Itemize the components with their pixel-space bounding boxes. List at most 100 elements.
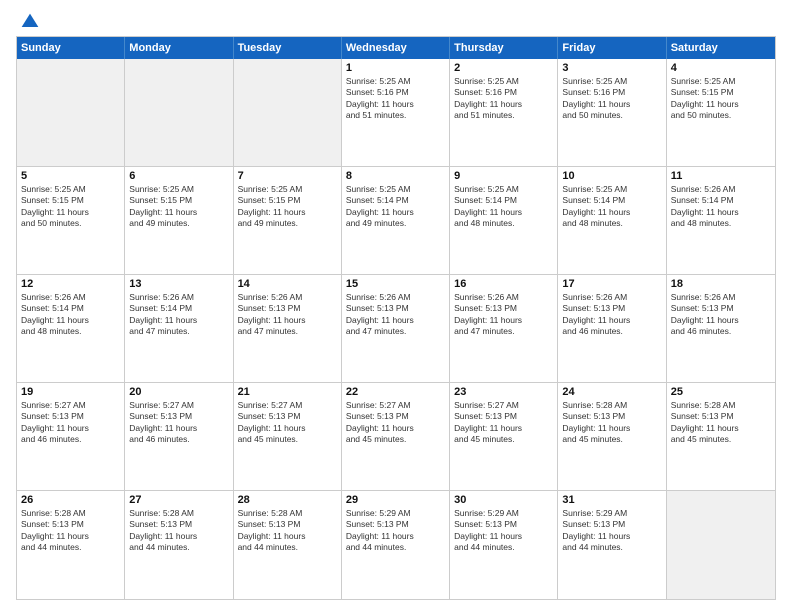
- cell-info: Sunrise: 5:25 AM Sunset: 5:14 PM Dayligh…: [454, 184, 553, 230]
- calendar-cell: 3 Sunrise: 5:25 AM Sunset: 5:16 PM Daylig…: [558, 59, 666, 166]
- header-day-sunday: Sunday: [17, 37, 125, 59]
- day-number: 7: [238, 170, 337, 182]
- day-number: 6: [129, 170, 228, 182]
- calendar-row-3: 12 Sunrise: 5:26 AM Sunset: 5:14 PM Dayli…: [17, 275, 775, 383]
- page: SundayMondayTuesdayWednesdayThursdayFrid…: [0, 0, 792, 612]
- calendar-cell: 28 Sunrise: 5:28 AM Sunset: 5:13 PM Dayli…: [234, 491, 342, 599]
- day-number: 24: [562, 386, 661, 398]
- day-number: 27: [129, 494, 228, 506]
- cell-info: Sunrise: 5:26 AM Sunset: 5:14 PM Dayligh…: [129, 292, 228, 338]
- day-number: 20: [129, 386, 228, 398]
- cell-info: Sunrise: 5:25 AM Sunset: 5:15 PM Dayligh…: [21, 184, 120, 230]
- calendar-cell: 23 Sunrise: 5:27 AM Sunset: 5:13 PM Dayli…: [450, 383, 558, 490]
- calendar-cell: 26Sunrise: 5:28 AM Sunset: 5:13 PM Dayli…: [17, 491, 125, 599]
- day-number: 30: [454, 494, 553, 506]
- cell-info: Sunrise: 5:25 AM Sunset: 5:14 PM Dayligh…: [346, 184, 445, 230]
- calendar-cell: 9 Sunrise: 5:25 AM Sunset: 5:14 PM Daylig…: [450, 167, 558, 274]
- day-number: 18: [671, 278, 771, 290]
- cell-info: Sunrise: 5:26 AM Sunset: 5:13 PM Dayligh…: [454, 292, 553, 338]
- calendar-cell: 22Sunrise: 5:27 AM Sunset: 5:13 PM Dayli…: [342, 383, 450, 490]
- day-number: 28: [238, 494, 337, 506]
- cell-info: Sunrise: 5:26 AM Sunset: 5:14 PM Dayligh…: [671, 184, 771, 230]
- calendar-cell: 14 Sunrise: 5:26 AM Sunset: 5:13 PM Dayli…: [234, 275, 342, 382]
- header-day-tuesday: Tuesday: [234, 37, 342, 59]
- day-number: 3: [562, 62, 661, 74]
- calendar-cell: 21 Sunrise: 5:27 AM Sunset: 5:13 PM Dayli…: [234, 383, 342, 490]
- day-number: 2: [454, 62, 553, 74]
- header-day-wednesday: Wednesday: [342, 37, 450, 59]
- cell-info: Sunrise: 5:28 AM Sunset: 5:13 PM Dayligh…: [238, 508, 337, 554]
- calendar-cell: [17, 59, 125, 166]
- calendar-cell: 31 Sunrise: 5:29 AM Sunset: 5:13 PM Dayli…: [558, 491, 666, 599]
- cell-info: Sunrise: 5:25 AM Sunset: 5:15 PM Dayligh…: [671, 76, 771, 122]
- day-number: 21: [238, 386, 337, 398]
- calendar-cell: 13 Sunrise: 5:26 AM Sunset: 5:14 PM Dayli…: [125, 275, 233, 382]
- calendar-row-5: 26Sunrise: 5:28 AM Sunset: 5:13 PM Dayli…: [17, 491, 775, 599]
- day-number: 16: [454, 278, 553, 290]
- calendar-cell: 11 Sunrise: 5:26 AM Sunset: 5:14 PM Dayli…: [667, 167, 775, 274]
- calendar-cell: 1 Sunrise: 5:25 AM Sunset: 5:16 PM Daylig…: [342, 59, 450, 166]
- cell-info: Sunrise: 5:25 AM Sunset: 5:15 PM Dayligh…: [238, 184, 337, 230]
- cell-info: Sunrise: 5:29 AM Sunset: 5:13 PM Dayligh…: [562, 508, 661, 554]
- header-day-thursday: Thursday: [450, 37, 558, 59]
- cell-info: Sunrise: 5:28 AM Sunset: 5:13 PM Dayligh…: [21, 508, 120, 554]
- day-number: 10: [562, 170, 661, 182]
- calendar-row-4: 19 Sunrise: 5:27 AM Sunset: 5:13 PM Dayli…: [17, 383, 775, 491]
- day-number: 1: [346, 62, 445, 74]
- calendar-cell: 24 Sunrise: 5:28 AM Sunset: 5:13 PM Dayli…: [558, 383, 666, 490]
- calendar-cell: 18 Sunrise: 5:26 AM Sunset: 5:13 PM Dayli…: [667, 275, 775, 382]
- cell-info: Sunrise: 5:27 AM Sunset: 5:13 PM Dayligh…: [129, 400, 228, 446]
- cell-info: Sunrise: 5:27 AM Sunset: 5:13 PM Dayligh…: [454, 400, 553, 446]
- calendar: SundayMondayTuesdayWednesdayThursdayFrid…: [16, 36, 776, 600]
- calendar-cell: 2 Sunrise: 5:25 AM Sunset: 5:16 PM Daylig…: [450, 59, 558, 166]
- cell-info: Sunrise: 5:26 AM Sunset: 5:13 PM Dayligh…: [346, 292, 445, 338]
- cell-info: Sunrise: 5:26 AM Sunset: 5:13 PM Dayligh…: [671, 292, 771, 338]
- calendar-cell: 7 Sunrise: 5:25 AM Sunset: 5:15 PM Daylig…: [234, 167, 342, 274]
- day-number: 8: [346, 170, 445, 182]
- day-number: 31: [562, 494, 661, 506]
- cell-info: Sunrise: 5:26 AM Sunset: 5:13 PM Dayligh…: [238, 292, 337, 338]
- cell-info: Sunrise: 5:25 AM Sunset: 5:15 PM Dayligh…: [129, 184, 228, 230]
- cell-info: Sunrise: 5:27 AM Sunset: 5:13 PM Dayligh…: [238, 400, 337, 446]
- cell-info: Sunrise: 5:25 AM Sunset: 5:16 PM Dayligh…: [454, 76, 553, 122]
- day-number: 15: [346, 278, 445, 290]
- calendar-cell: [125, 59, 233, 166]
- calendar-cell: 30Sunrise: 5:29 AM Sunset: 5:13 PM Dayli…: [450, 491, 558, 599]
- cell-info: Sunrise: 5:25 AM Sunset: 5:16 PM Dayligh…: [562, 76, 661, 122]
- cell-info: Sunrise: 5:29 AM Sunset: 5:13 PM Dayligh…: [346, 508, 445, 554]
- header-day-friday: Friday: [558, 37, 666, 59]
- day-number: 23: [454, 386, 553, 398]
- day-number: 25: [671, 386, 771, 398]
- logo-icon: [20, 12, 40, 32]
- calendar-cell: 20 Sunrise: 5:27 AM Sunset: 5:13 PM Dayli…: [125, 383, 233, 490]
- cell-info: Sunrise: 5:25 AM Sunset: 5:16 PM Dayligh…: [346, 76, 445, 122]
- calendar-row-1: 1 Sunrise: 5:25 AM Sunset: 5:16 PM Daylig…: [17, 59, 775, 167]
- calendar-cell: 16 Sunrise: 5:26 AM Sunset: 5:13 PM Dayli…: [450, 275, 558, 382]
- day-number: 11: [671, 170, 771, 182]
- cell-info: Sunrise: 5:28 AM Sunset: 5:13 PM Dayligh…: [129, 508, 228, 554]
- calendar-cell: 10Sunrise: 5:25 AM Sunset: 5:14 PM Dayli…: [558, 167, 666, 274]
- logo: [16, 12, 40, 28]
- calendar-cell: 8 Sunrise: 5:25 AM Sunset: 5:14 PM Daylig…: [342, 167, 450, 274]
- day-number: 4: [671, 62, 771, 74]
- day-number: 5: [21, 170, 120, 182]
- cell-info: Sunrise: 5:27 AM Sunset: 5:13 PM Dayligh…: [346, 400, 445, 446]
- cell-info: Sunrise: 5:27 AM Sunset: 5:13 PM Dayligh…: [21, 400, 120, 446]
- cell-info: Sunrise: 5:26 AM Sunset: 5:13 PM Dayligh…: [562, 292, 661, 338]
- day-number: 14: [238, 278, 337, 290]
- calendar-cell: 12 Sunrise: 5:26 AM Sunset: 5:14 PM Dayli…: [17, 275, 125, 382]
- calendar-header: SundayMondayTuesdayWednesdayThursdayFrid…: [17, 37, 775, 59]
- calendar-cell: 25Sunrise: 5:28 AM Sunset: 5:13 PM Dayli…: [667, 383, 775, 490]
- calendar-cell: 5 Sunrise: 5:25 AM Sunset: 5:15 PM Daylig…: [17, 167, 125, 274]
- day-number: 19: [21, 386, 120, 398]
- calendar-row-2: 5 Sunrise: 5:25 AM Sunset: 5:15 PM Daylig…: [17, 167, 775, 275]
- day-number: 12: [21, 278, 120, 290]
- cell-info: Sunrise: 5:26 AM Sunset: 5:14 PM Dayligh…: [21, 292, 120, 338]
- day-number: 13: [129, 278, 228, 290]
- cell-info: Sunrise: 5:28 AM Sunset: 5:13 PM Dayligh…: [562, 400, 661, 446]
- day-number: 9: [454, 170, 553, 182]
- calendar-cell: 17Sunrise: 5:26 AM Sunset: 5:13 PM Dayli…: [558, 275, 666, 382]
- calendar-cell: 4 Sunrise: 5:25 AM Sunset: 5:15 PM Daylig…: [667, 59, 775, 166]
- header-day-saturday: Saturday: [667, 37, 775, 59]
- day-number: 29: [346, 494, 445, 506]
